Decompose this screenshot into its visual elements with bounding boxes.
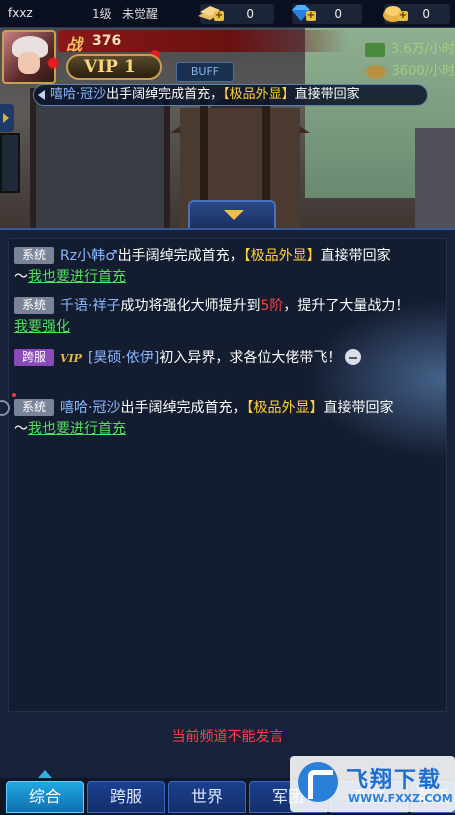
side-expand-button[interactable] <box>0 104 14 132</box>
broadcast-marquee: 嘻哈·冠沙出手阔绰完成首充，【极品外显】直接带回家 <box>33 84 428 106</box>
chat-message: 系统 嘻哈·冠沙出手阔绰完成首充，【极品外显】直接带回家 ～我也要进行首充 <box>14 399 394 437</box>
item-link[interactable]: 【极品外显】 <box>246 400 323 416</box>
diamond-resource[interactable]: + 0 <box>292 4 362 24</box>
exp-income: 3.6万/小时 <box>364 38 455 58</box>
diamond-value: 0 <box>334 7 342 21</box>
tab-general[interactable]: 综合 <box>6 781 84 813</box>
watermark: 飞翔下载 WWW.FXXZ.COM <box>290 756 455 812</box>
item-link[interactable]: 【极品外显】 <box>244 248 321 264</box>
awakening-status: 未觉醒 <box>122 7 159 21</box>
player-name-link[interactable]: 千语·祥子 <box>60 298 120 314</box>
chat-message: 系统 Rz小韩♂出手阔绰完成首充，【极品外显】直接带回家 ～我也要进行首充 <box>14 247 391 285</box>
player-avatar[interactable] <box>2 30 56 84</box>
channel-tag: 跨服 <box>14 349 54 366</box>
gold-bars-resource[interactable]: + 0 <box>198 4 274 24</box>
player-name-link[interactable]: [昊硕·依伊] <box>88 350 159 366</box>
player-level: 1级 <box>92 7 112 21</box>
exp-income-value: 3.6万/小时 <box>390 42 455 57</box>
channel-tag: 系统 <box>14 247 54 264</box>
gold-bars-value: 0 <box>246 7 254 21</box>
add-diamond-icon[interactable]: + <box>306 11 316 21</box>
coin-icon <box>365 64 386 79</box>
watermark-title: 飞翔下载 <box>346 768 443 793</box>
money-icon <box>364 42 385 57</box>
power-value: 376 <box>92 33 122 49</box>
chat-message: 系统 千语·祥子成功将强化大师提升到5阶，提升了大量战力！ 我要强化 <box>14 297 410 335</box>
player-name: fxxz <box>8 6 33 20</box>
channel-tag: 系统 <box>14 399 54 416</box>
channel-tag: 系统 <box>14 297 54 314</box>
player-name-link[interactable]: 嘻哈·冠沙 <box>60 400 120 416</box>
first-recharge-link[interactable]: 我也要进行首充 <box>28 421 126 437</box>
vip-level: VIP 1 <box>84 57 136 77</box>
buff-button[interactable]: BUFF <box>176 62 234 82</box>
vip-icon: VIP <box>60 352 82 365</box>
chat-panel: 系统 Rz小韩♂出手阔绰完成首充，【极品外显】直接带回家 ～我也要进行首充 系统千… <box>0 228 455 778</box>
coin-bag-resource[interactable]: + 0 <box>383 4 450 24</box>
player-name-link[interactable]: Rz小韩♂ <box>60 248 118 264</box>
emoticon-icon <box>345 349 362 365</box>
tab-world[interactable]: 世界 <box>168 781 246 813</box>
gold-income: 3600/小时 <box>365 60 455 80</box>
coin-bag-value: 0 <box>422 7 430 21</box>
first-recharge-link[interactable]: 我也要进行首充 <box>28 269 126 285</box>
top-status-bar: fxxz 1级 未觉醒 + 0 + 0 + 0 <box>0 0 455 28</box>
chat-message: 跨服 VIP [昊硕·依伊]初入异界，求各位大佬带飞！ <box>14 348 444 369</box>
add-gold-bars-icon[interactable]: + <box>214 11 224 21</box>
channel-notice: 当前频道不能发言 <box>171 729 284 745</box>
power-label: 战 <box>66 35 83 54</box>
gold-income-value: 3600/小时 <box>391 64 455 79</box>
watermark-url: WWW.FXXZ.COM <box>348 792 453 805</box>
tab-cross-server[interactable]: 跨服 <box>87 781 165 813</box>
marquee-player-name[interactable]: 嘻哈·冠沙 <box>50 87 106 102</box>
speaker-icon <box>38 90 45 100</box>
chevron-down-icon <box>224 210 244 220</box>
add-coin-icon[interactable]: + <box>398 11 408 21</box>
active-tab-indicator <box>38 770 52 778</box>
notification-dot <box>48 58 58 68</box>
site-logo-icon <box>298 762 338 802</box>
enhance-link[interactable]: 我要强化 <box>14 319 70 335</box>
